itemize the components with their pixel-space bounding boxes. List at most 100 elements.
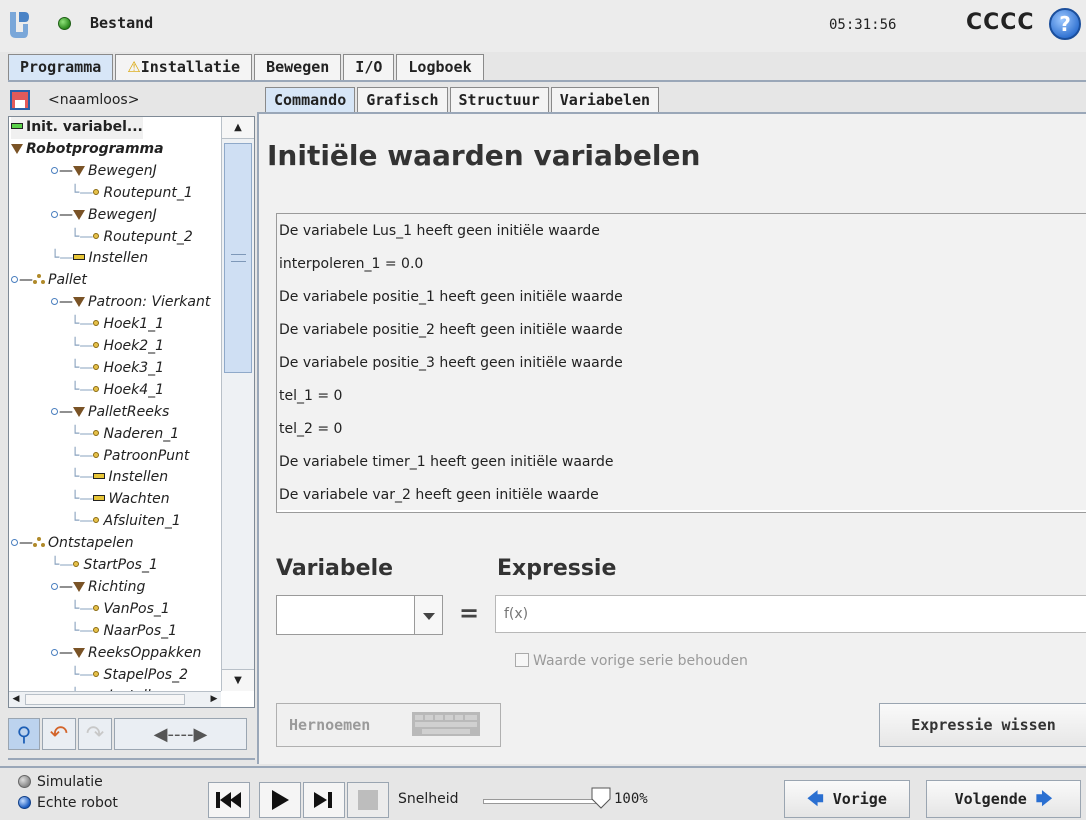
- tree-item[interactable]: — BewegenJ: [51, 205, 157, 227]
- scroll-left-icon[interactable]: ◀: [9, 692, 23, 707]
- waypoint-icon: [93, 342, 100, 348]
- expand-knob-icon[interactable]: [51, 407, 58, 415]
- pallet-icon: [33, 537, 45, 548]
- expand-knob-icon[interactable]: [51, 166, 58, 174]
- node-triangle-icon: [73, 209, 85, 220]
- tree-item[interactable]: └— StartPos_1: [51, 555, 158, 577]
- help-button[interactable]: ?: [1049, 8, 1081, 40]
- tree-item[interactable]: — PalletReeks: [51, 402, 169, 424]
- move-arrows-icon[interactable]: ◀----▶: [114, 718, 247, 750]
- scroll-down-icon[interactable]: ▼: [222, 669, 254, 691]
- tree-item[interactable]: └— Afsluiten_1: [71, 511, 181, 533]
- variable-list[interactable]: De variabele Lus_1 heeft geen initiële w…: [276, 213, 1086, 513]
- tree-item[interactable]: └— Hoek4_1: [71, 380, 164, 402]
- tree-item[interactable]: — Patroon: Vierkant: [51, 292, 210, 314]
- expand-knob-icon[interactable]: [51, 210, 58, 218]
- tree-item[interactable]: └—Instellen: [51, 248, 148, 270]
- expand-knob-icon[interactable]: [11, 276, 18, 284]
- expression-input[interactable]: [495, 595, 1086, 633]
- mode-simulation-label: Simulatie: [37, 774, 103, 790]
- variable-list-item[interactable]: interpoleren_1 = 0.0: [279, 248, 423, 281]
- variable-dropdown[interactable]: [276, 595, 443, 635]
- hscroll-thumb[interactable]: [25, 694, 185, 705]
- speed-slider-handle[interactable]: [591, 787, 611, 809]
- variable-list-item[interactable]: tel_2 = 0: [279, 413, 342, 446]
- tree-item[interactable]: └— Wachten: [71, 489, 170, 511]
- variable-list-item[interactable]: tel_1 = 0: [279, 380, 342, 413]
- clear-expression-button[interactable]: Expressie wissen: [879, 703, 1086, 747]
- speed-label: Snelheid: [398, 791, 459, 807]
- mode-simulation[interactable]: Simulatie: [18, 774, 103, 794]
- tree-item[interactable]: └— Hoek1_1: [71, 314, 164, 336]
- tree-item-label: Hoek3_1: [103, 359, 165, 376]
- tree-item[interactable]: — ReeksOppakken: [51, 643, 201, 665]
- chevron-down-icon[interactable]: [414, 596, 442, 634]
- tree-item[interactable]: └— Routepunt_2: [71, 227, 193, 249]
- scroll-thumb[interactable]: [224, 143, 252, 373]
- tab-programma[interactable]: Programma: [8, 54, 114, 81]
- tree-item[interactable]: └— Hoek3_1: [71, 358, 164, 380]
- simulation-radio-icon[interactable]: [18, 775, 31, 788]
- tree-item[interactable]: └— Naderen_1: [71, 424, 179, 446]
- rewind-button[interactable]: [208, 782, 250, 818]
- tab-io[interactable]: I/O: [343, 54, 395, 81]
- tree-item-label: Routepunt_1: [103, 184, 193, 201]
- variable-list-item[interactable]: De variabele var_2 heeft geen initiële w…: [279, 479, 599, 512]
- tab-commando[interactable]: Commando: [265, 87, 356, 113]
- tree-item[interactable]: Robotprogramma: [11, 139, 164, 161]
- tree-item[interactable]: — Richting: [51, 577, 145, 599]
- play-button[interactable]: [259, 782, 301, 818]
- assignment-icon: [93, 473, 106, 480]
- tab-structuur[interactable]: Structuur: [449, 87, 549, 113]
- variable-list-item[interactable]: De variabele positie_2 heeft geen initië…: [279, 314, 623, 347]
- tree-item[interactable]: └— StapelPos_2: [71, 665, 188, 687]
- variable-list-item[interactable]: De variabele positie_3 heeft geen initië…: [279, 347, 623, 380]
- next-button[interactable]: Volgende 🡆: [926, 780, 1081, 818]
- save-icon[interactable]: [10, 90, 30, 110]
- tab-logboek[interactable]: Logboek: [396, 54, 484, 81]
- rename-button[interactable]: Hernoemen: [276, 703, 501, 747]
- tree-horizontal-scrollbar[interactable]: ◀ ▶: [9, 691, 221, 707]
- step-button[interactable]: [303, 782, 345, 818]
- tab-variabelen[interactable]: Variabelen: [550, 87, 660, 113]
- expand-knob-icon[interactable]: [11, 539, 18, 547]
- variable-list-item[interactable]: De variabele positie_1 heeft geen initië…: [279, 281, 623, 314]
- scroll-right-icon[interactable]: ▶: [207, 692, 221, 707]
- redo-icon[interactable]: ↷: [78, 718, 112, 750]
- tab-grafisch[interactable]: Grafisch: [357, 87, 448, 113]
- variable-list-item[interactable]: De variabele Lus_1 heeft geen initiële w…: [279, 215, 600, 248]
- undo-icon[interactable]: ↶: [42, 718, 76, 750]
- tree-item[interactable]: — BewegenJ: [51, 161, 157, 183]
- tree-item[interactable]: └— PatroonPunt: [71, 446, 189, 468]
- stop-button[interactable]: [347, 782, 389, 818]
- real-robot-radio-icon[interactable]: [18, 796, 31, 809]
- tree-item[interactable]: └— NaarPos_1: [71, 621, 177, 643]
- tab-bewegen[interactable]: Bewegen: [254, 54, 342, 81]
- tree-item[interactable]: └—Instellen: [71, 467, 168, 489]
- tree-item[interactable]: └— VanPos_1: [71, 599, 170, 621]
- arrow-right-icon: 🡆: [1035, 789, 1053, 808]
- tree-item-label: Pallet: [48, 272, 87, 289]
- status-indicator-icon: [58, 17, 71, 30]
- keep-value-option[interactable]: Waarde vorige serie behouden: [515, 653, 748, 673]
- waypoint-icon: [93, 517, 100, 524]
- scroll-up-icon[interactable]: ▲: [222, 117, 254, 139]
- variable-list-item[interactable]: De variabele timer_1 heeft geen initiële…: [279, 446, 614, 479]
- expand-knob-icon[interactable]: [51, 582, 58, 590]
- variable-label: Variabele: [276, 556, 394, 581]
- tree-item[interactable]: Init. variabel...: [11, 117, 143, 139]
- tree-item[interactable]: — Ontstapelen: [11, 533, 134, 555]
- tab-installatie[interactable]: ⚠Installatie: [115, 54, 253, 81]
- previous-button[interactable]: 🡄 Vorige: [784, 780, 910, 818]
- mode-real-robot[interactable]: Echte robot: [18, 795, 118, 815]
- tree-vertical-scrollbar[interactable]: ▲ ▼: [221, 117, 254, 691]
- keep-value-checkbox[interactable]: [515, 653, 529, 667]
- expand-knob-icon[interactable]: [51, 298, 58, 306]
- tree-item[interactable]: — Pallet: [11, 270, 87, 292]
- speed-slider[interactable]: [483, 799, 599, 804]
- search-icon[interactable]: ⚲: [8, 718, 40, 750]
- tree-item[interactable]: └— Hoek2_1: [71, 336, 164, 358]
- init-variables-icon: [11, 123, 23, 129]
- expand-knob-icon[interactable]: [51, 648, 58, 656]
- tree-item[interactable]: └— Routepunt_1: [71, 183, 193, 205]
